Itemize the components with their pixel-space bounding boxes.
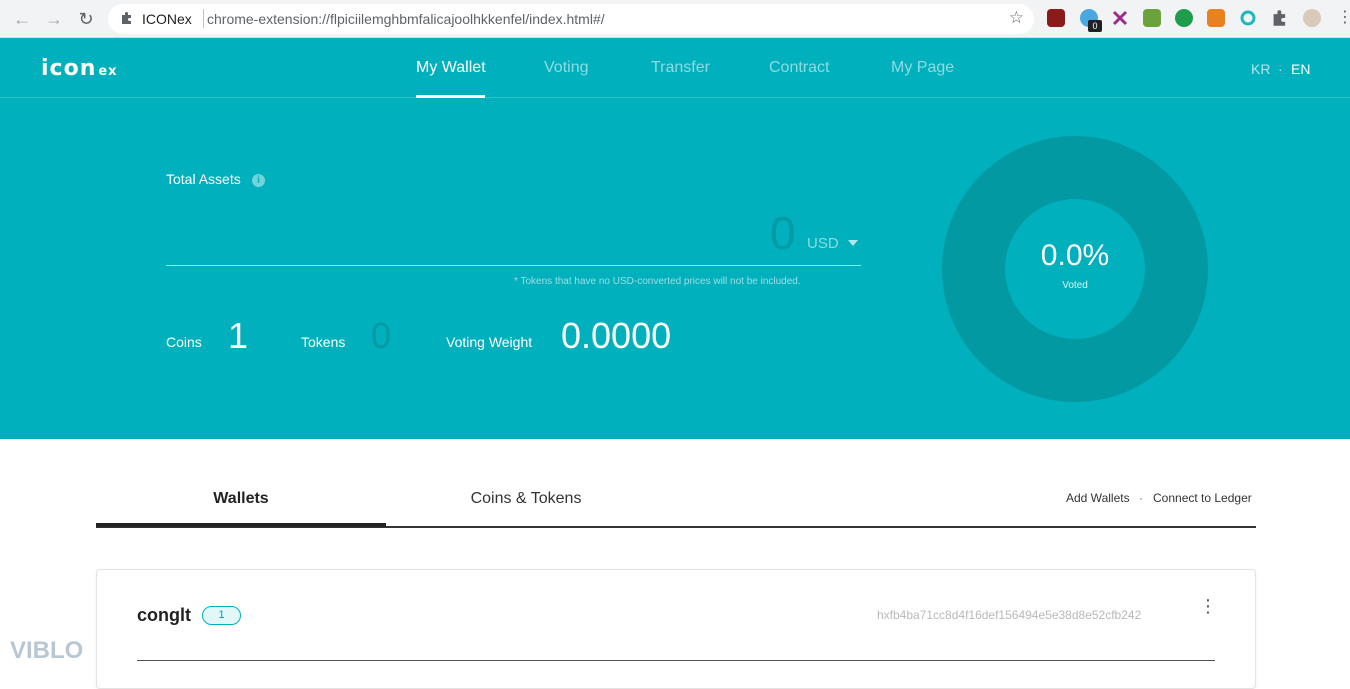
voted-donut-chart: 0.0% Voted	[942, 136, 1208, 402]
currency-select[interactable]: USD	[807, 235, 839, 252]
coins-value: 1	[228, 315, 249, 356]
logo-suffix: ex	[98, 64, 118, 79]
links-separator: ·	[1139, 491, 1143, 505]
app-header: icon ex My Wallet Voting Transfer Contrac…	[0, 38, 1350, 98]
wallet-tabs: Wallets Coins & Tokens Add Wallets · Con…	[96, 470, 1256, 528]
assets-note: * Tokens that have no USD-converted pric…	[514, 276, 801, 287]
nav-voting[interactable]: Voting	[544, 59, 588, 77]
iconex-extension-icon[interactable]	[1239, 9, 1257, 27]
url-text[interactable]: chrome-extension://flpiciilemghbmfalicaj…	[207, 11, 605, 27]
forward-icon[interactable]: →	[42, 7, 66, 31]
viblo-watermark: VIBLO	[10, 637, 84, 664]
profile-avatar[interactable]	[1303, 9, 1321, 27]
extension-badge: 0	[1088, 20, 1102, 32]
logo-text: icon	[41, 56, 97, 81]
assets-divider	[166, 265, 861, 266]
nav-contract[interactable]: Contract	[769, 59, 829, 77]
bookmark-star-icon[interactable]: ☆	[1009, 8, 1024, 28]
extensions-puzzle-icon[interactable]	[1271, 9, 1289, 27]
reload-icon[interactable]: ↻	[74, 7, 98, 31]
nav-transfer[interactable]: Transfer	[651, 59, 710, 77]
tab-coins-tokens[interactable]: Coins & Tokens	[386, 490, 666, 508]
address-bar[interactable]: ICONex chrome-extension://flpiciilemghbm…	[108, 4, 1034, 34]
tokens-label: Tokens	[301, 334, 346, 350]
more-options-icon[interactable]: ⋮	[1199, 597, 1217, 615]
nav-my-wallet[interactable]: My Wallet	[416, 59, 486, 77]
lang-separator: ·	[1278, 61, 1283, 77]
wallet-count-badge: 1	[202, 606, 241, 625]
omnibox-divider	[203, 9, 204, 28]
hero-section: icon ex My Wallet Voting Transfer Contrac…	[0, 38, 1350, 439]
lang-kr[interactable]: KR	[1251, 61, 1270, 77]
wallet-divider	[137, 660, 1215, 661]
chevron-down-icon[interactable]	[848, 240, 858, 246]
cross-extension-icon[interactable]	[1111, 9, 1129, 27]
tab-active-indicator	[96, 523, 386, 527]
total-assets-label: Total Assets	[166, 171, 241, 187]
voted-percent: 0.0%	[1040, 239, 1110, 272]
arrows-extension-icon[interactable]	[1175, 9, 1193, 27]
wallet-address[interactable]: hxfb4ba71cc8d4f16def156494e5e38d8e52cfb2…	[877, 608, 1141, 622]
voting-weight-label: Voting Weight	[446, 334, 533, 350]
back-icon[interactable]: ←	[10, 7, 34, 31]
site-name: ICONex	[142, 11, 192, 27]
total-assets-value: 0	[770, 207, 796, 259]
coins-label: Coins	[166, 334, 202, 350]
wallet-name: conglt	[137, 605, 191, 625]
nav-my-page[interactable]: My Page	[891, 59, 954, 77]
tokens-value: 0	[371, 315, 392, 356]
leaf-extension-icon[interactable]	[1143, 9, 1161, 27]
lang-en[interactable]: EN	[1291, 61, 1310, 77]
add-wallets-link[interactable]: Add Wallets	[1066, 491, 1130, 505]
browser-toolbar: ← → ↻ ICONex chrome-extension://flpiciil…	[0, 0, 1350, 38]
voted-label: Voted	[1062, 280, 1088, 291]
wallet-card[interactable]: conglt 1 hxfb4ba71cc8d4f16def156494e5e38…	[96, 569, 1256, 689]
voting-weight-value: 0.0000	[561, 315, 672, 356]
iconex-logo[interactable]: icon ex	[41, 56, 118, 81]
info-icon[interactable]: i	[252, 174, 265, 187]
browser-menu-icon[interactable]: ⋮	[1337, 8, 1350, 28]
connect-ledger-link[interactable]: Connect to Ledger	[1153, 491, 1252, 505]
nav-active-indicator	[416, 95, 485, 98]
extension-puzzle-icon	[120, 11, 134, 25]
donut-center: 0.0% Voted	[1005, 199, 1145, 339]
ublock-extension-icon[interactable]	[1047, 9, 1065, 27]
metamask-fox-icon[interactable]	[1207, 9, 1225, 27]
tab-wallets[interactable]: Wallets	[96, 490, 386, 508]
